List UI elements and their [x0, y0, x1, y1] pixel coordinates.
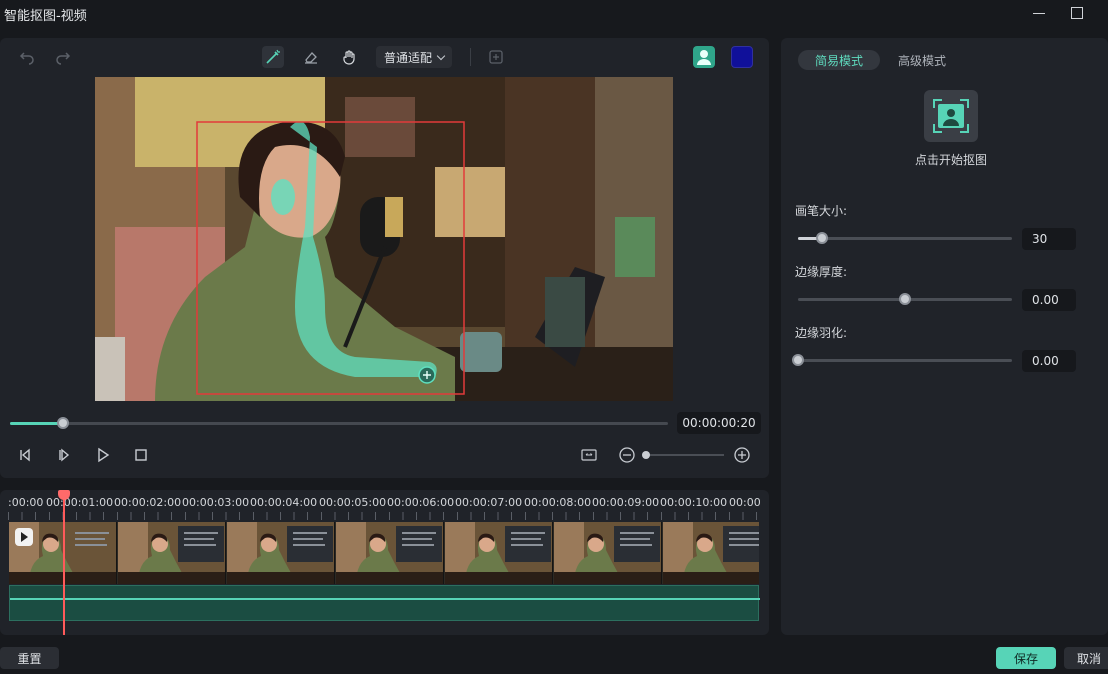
reset-button[interactable]: 重置	[0, 647, 59, 669]
zoom-out-icon[interactable]	[618, 446, 638, 464]
hand-icon[interactable]	[338, 46, 360, 68]
fit-mode-select[interactable]: 普通适配	[376, 46, 452, 68]
stop-icon[interactable]	[132, 446, 152, 464]
video-thumbnail	[554, 522, 662, 584]
minimize-button[interactable]	[1029, 4, 1049, 22]
save-button[interactable]: 保存	[996, 647, 1056, 669]
redo-icon[interactable]	[52, 46, 74, 68]
ruler-label: 00:00:10:00	[660, 496, 728, 509]
ruler-ticks	[8, 512, 760, 520]
title-bar: 智能抠图-视频	[0, 0, 1108, 28]
edge-feather-handle[interactable]	[792, 354, 804, 366]
audio-track[interactable]	[9, 585, 760, 621]
compare-icon[interactable]	[485, 46, 507, 68]
audio-waveform	[10, 598, 760, 600]
video-preview[interactable]	[95, 77, 673, 401]
play-icon[interactable]	[94, 446, 114, 464]
brush-size-handle[interactable]	[815, 232, 828, 244]
edge-thickness-label: 边缘厚度:	[795, 265, 848, 279]
timecode-display: 00:00:00:20	[677, 412, 761, 434]
ruler-label: :00:00	[8, 496, 44, 509]
video-thumbnail	[227, 522, 335, 584]
video-frame-image	[95, 77, 673, 401]
ruler-label: 00:00:06:00	[387, 496, 455, 509]
zoom-slider[interactable]	[642, 451, 724, 459]
person-mask-button[interactable]	[693, 46, 715, 68]
video-thumbnail	[663, 522, 759, 584]
zoom-handle[interactable]	[642, 451, 651, 459]
ruler-label: 00:00:01:00	[46, 496, 114, 509]
video-track[interactable]	[9, 522, 759, 584]
brush-size-label: 画笔大小:	[795, 204, 848, 218]
edit-toolbar: 普通适配	[0, 38, 769, 76]
edge-thickness-input[interactable]: 0.00	[1022, 289, 1076, 311]
ruler-label: 00:00:02:00	[114, 496, 182, 509]
next-frame-icon[interactable]	[56, 446, 76, 464]
edge-thickness-fill	[798, 298, 905, 301]
toolbar-divider	[470, 48, 471, 66]
ruler-label: 00:00	[729, 496, 761, 509]
chevron-down-icon	[436, 51, 446, 61]
video-thumbnail	[336, 522, 444, 584]
time-ruler[interactable]: :00:00 00:00:01:00 00:00:02:00 00:00:03:00 0…	[8, 496, 761, 520]
playhead[interactable]	[63, 490, 65, 635]
person-select-icon	[933, 99, 969, 133]
ruler-label: 00:00:03:00	[182, 496, 250, 509]
timeline-panel: :00:00 00:00:01:00 00:00:02:00 00:00:03:00 0…	[0, 490, 769, 635]
ruler-label: 00:00:08:00	[524, 496, 592, 509]
playback-progress[interactable]	[10, 417, 668, 429]
edge-thickness-slider[interactable]	[798, 293, 1012, 305]
prev-frame-icon[interactable]	[17, 446, 37, 464]
maximize-button[interactable]	[1066, 4, 1086, 22]
fit-to-screen-icon[interactable]	[580, 446, 600, 464]
ruler-label: 00:00:07:00	[455, 496, 523, 509]
video-thumbnail	[118, 522, 226, 584]
ruler-label: 00:00:04:00	[250, 496, 318, 509]
edge-feather-slider[interactable]	[792, 354, 1012, 366]
start-cutout-button[interactable]	[924, 90, 978, 142]
brush-icon[interactable]	[262, 46, 284, 68]
tab-simple-mode[interactable]: 简易模式	[798, 50, 880, 70]
window-title: 智能抠图-视频	[4, 9, 87, 24]
ruler-label: 00:00:05:00	[319, 496, 387, 509]
zoom-in-icon[interactable]	[733, 446, 753, 464]
ruler-label: 00:00:09:00	[592, 496, 660, 509]
undo-icon[interactable]	[16, 46, 38, 68]
edge-thickness-handle[interactable]	[899, 293, 911, 305]
fit-mode-value: 普通适配	[384, 51, 433, 65]
brush-size-slider[interactable]	[798, 232, 1012, 244]
start-cutout-label: 点击开始抠图	[914, 153, 987, 167]
video-thumbnail	[445, 522, 553, 584]
edge-feather-input[interactable]: 0.00	[1022, 350, 1076, 372]
tab-advanced-mode[interactable]: 高级模式	[886, 50, 958, 70]
preview-panel: 普通适配 00:00:00:20	[0, 38, 769, 478]
progress-fill	[10, 422, 63, 425]
edge-feather-label: 边缘羽化:	[795, 326, 848, 340]
settings-panel: 简易模式 高级模式 点击开始抠图 画笔大小: 30 边缘厚度: 0.00 边缘羽…	[781, 38, 1108, 635]
mask-color-swatch[interactable]	[731, 46, 753, 68]
eraser-icon[interactable]	[300, 46, 322, 68]
brush-size-input[interactable]: 30	[1022, 228, 1076, 250]
video-clip-icon	[15, 528, 33, 546]
progress-handle[interactable]	[56, 417, 69, 429]
cancel-button[interactable]: 取消	[1064, 647, 1108, 669]
